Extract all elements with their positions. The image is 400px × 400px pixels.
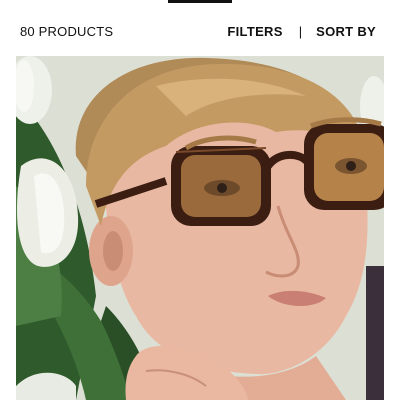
sort-by-button[interactable]: SORT BY: [316, 24, 376, 39]
product-image: [16, 56, 384, 400]
filter-sort-controls: FILTERS | SORT BY: [227, 24, 376, 39]
product-card[interactable]: [16, 56, 384, 400]
filters-button[interactable]: FILTERS: [227, 24, 282, 39]
controls-separator: |: [298, 23, 303, 39]
product-count: 80 PRODUCTS: [20, 23, 114, 39]
product-listing-page: 80 PRODUCTS FILTERS | SORT BY: [0, 0, 400, 400]
active-tab-indicator: [168, 0, 232, 3]
listing-toolbar: 80 PRODUCTS FILTERS | SORT BY: [20, 14, 376, 48]
